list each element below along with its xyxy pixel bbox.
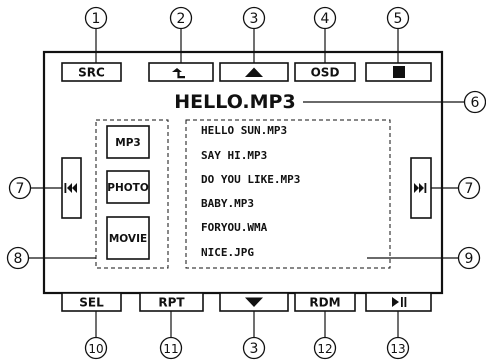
callout-7-left: 7 <box>8 176 32 200</box>
callout-3-bottom: 3 <box>242 336 266 360</box>
play-pause-button[interactable] <box>365 292 432 312</box>
svg-text:7: 7 <box>465 181 474 197</box>
file-list-item[interactable]: SAY HI.MP3 <box>201 149 267 162</box>
photo-mode-label: PHOTO <box>107 182 149 194</box>
svg-text:6: 6 <box>471 95 480 111</box>
file-list-item[interactable]: BABY.MP3 <box>201 197 254 210</box>
sel-button[interactable]: SEL <box>61 292 122 312</box>
up-arrow-button[interactable] <box>219 62 289 82</box>
callout-4: 4 <box>313 6 337 30</box>
svg-text:7: 7 <box>16 181 25 197</box>
file-list-item[interactable]: NICE.JPG <box>201 246 254 259</box>
svg-text:8: 8 <box>14 251 23 267</box>
svg-text:10: 10 <box>88 342 103 356</box>
up-folder-button[interactable] <box>148 62 214 82</box>
svg-text:5: 5 <box>394 11 403 27</box>
photo-mode-button[interactable]: PHOTO <box>106 170 150 204</box>
svg-text:1: 1 <box>92 11 101 27</box>
down-arrow-button[interactable] <box>219 292 289 312</box>
callout-7-right: 7 <box>457 176 481 200</box>
callout-6: 6 <box>463 90 486 114</box>
svg-text:4: 4 <box>321 11 330 27</box>
callout-10: 10 <box>84 336 108 360</box>
svg-text:13: 13 <box>390 342 405 356</box>
next-track-button[interactable] <box>410 157 432 219</box>
callout-12: 12 <box>313 336 337 360</box>
rdm-button-label: RDM <box>309 296 340 310</box>
callout-8: 8 <box>6 246 30 270</box>
rpt-button[interactable]: RPT <box>139 292 204 312</box>
callout-3-top: 3 <box>242 6 266 30</box>
svg-text:2: 2 <box>177 11 186 27</box>
osd-button[interactable]: OSD <box>294 62 356 82</box>
svg-text:12: 12 <box>317 342 332 356</box>
rdm-button[interactable]: RDM <box>294 292 356 312</box>
mp3-mode-label: MP3 <box>115 137 140 149</box>
svg-text:3: 3 <box>250 341 259 357</box>
callout-9: 9 <box>457 246 481 270</box>
previous-track-button[interactable] <box>61 157 82 219</box>
movie-mode-label: MOVIE <box>109 233 147 245</box>
svg-text:11: 11 <box>163 342 178 356</box>
now-playing-title: HELLO.MP3 <box>174 91 295 113</box>
callout-2: 2 <box>169 6 193 30</box>
sel-button-label: SEL <box>79 296 104 310</box>
callout-5: 5 <box>386 6 410 30</box>
mp3-mode-button[interactable]: MP3 <box>106 125 150 159</box>
file-list-item[interactable]: DO YOU LIKE.MP3 <box>201 173 300 186</box>
file-list-item[interactable]: FORYOU.WMA <box>201 221 268 234</box>
remote-ui-diagram: SRC OSD HELLO.MP3 MP3 PHOTO MOVIE HELLO … <box>6 6 486 360</box>
callout-11: 11 <box>159 336 183 360</box>
stop-icon <box>393 66 405 78</box>
osd-button-label: OSD <box>311 66 340 80</box>
callout-1: 1 <box>84 6 108 30</box>
rpt-button-label: RPT <box>158 296 185 310</box>
file-list-item[interactable]: HELLO SUN.MP3 <box>201 124 287 137</box>
callout-13: 13 <box>386 336 410 360</box>
svg-text:9: 9 <box>465 251 474 267</box>
file-list: HELLO SUN.MP3 SAY HI.MP3 DO YOU LIKE.MP3… <box>201 124 300 259</box>
svg-text:3: 3 <box>250 11 259 27</box>
movie-mode-button[interactable]: MOVIE <box>106 216 150 260</box>
src-button[interactable]: SRC <box>61 62 122 82</box>
stop-button[interactable] <box>365 62 432 82</box>
src-button-label: SRC <box>78 66 105 80</box>
